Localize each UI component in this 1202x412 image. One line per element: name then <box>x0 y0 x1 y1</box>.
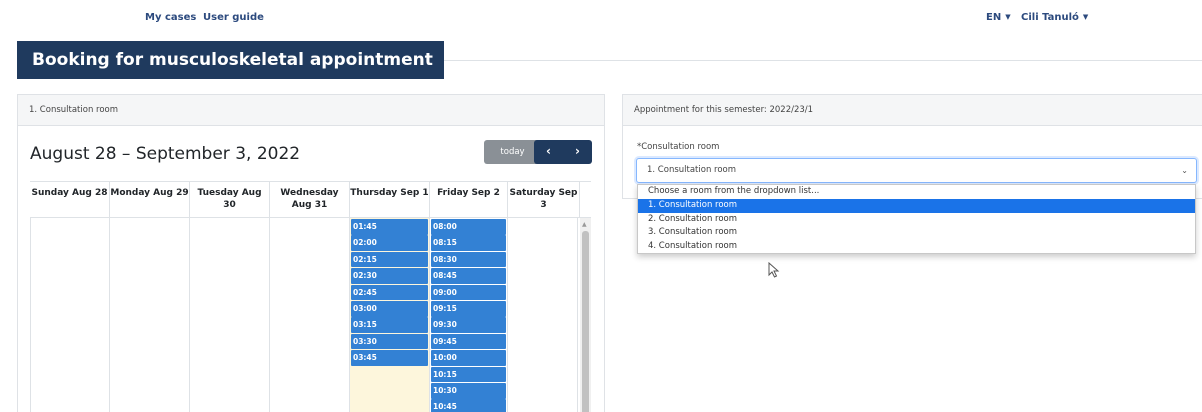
appointment-panel-title: Appointment for this semester: 2022/23/1 <box>623 95 1202 126</box>
day-header: Sunday Aug 28 <box>30 182 110 218</box>
caret-down-icon: ▼ <box>1082 13 1089 21</box>
day-column <box>190 218 270 412</box>
day-header: Tuesday Aug 30 <box>190 182 270 218</box>
user-name: Cili Tanuló <box>1021 12 1079 23</box>
week-calendar: Sunday Aug 28 Monday Aug 29 Tuesday Aug 30… <box>30 181 591 412</box>
time-slot[interactable]: 03:30 <box>351 333 428 350</box>
scroll-up-icon[interactable]: ▲ <box>582 221 587 228</box>
language-dropdown[interactable]: EN ▼ <box>986 12 1011 23</box>
room-option[interactable]: 1. Consultation room <box>638 198 1195 213</box>
time-slot[interactable]: 02:45 <box>351 284 428 301</box>
day-header: Saturday Sep 3 <box>508 182 580 218</box>
calendar-date-range: August 28 – September 3, 2022 <box>30 144 301 164</box>
chevron-down-icon: ⌄ <box>1181 166 1188 175</box>
day-header: Friday Sep 2 <box>430 182 508 218</box>
calendar-body: 08:00 08:15 08:30 08:45 09:00 09:15 09:30 09:45… <box>30 218 591 412</box>
calendar-nav-buttons: ‹ › <box>534 140 592 164</box>
day-column <box>270 218 350 412</box>
day-column: 08:00 08:15 08:30 08:45 09:00 09:15 09:30 09:45… <box>430 218 508 412</box>
calendar-header-row: Sunday Aug 28 Monday Aug 29 Tuesday Aug 30… <box>30 182 591 218</box>
time-slot[interactable]: 09:15 <box>431 300 506 317</box>
day-header: Thursday Sep 1 <box>350 182 430 218</box>
time-slot[interactable]: 10:00 <box>431 350 506 366</box>
time-slot[interactable]: 03:45 <box>351 350 428 366</box>
room-option[interactable]: 3. Consultation room <box>638 226 1195 240</box>
nav-my-cases[interactable]: My cases <box>145 12 196 23</box>
calendar-scrollbar[interactable]: ▲ <box>580 218 591 412</box>
day-column: 01:45 02:00 02:15 02:30 02:45 03:00 03:15 03:30… <box>350 218 430 412</box>
prev-week-button[interactable]: ‹ <box>534 140 563 164</box>
day-column <box>508 218 578 412</box>
scrollbar-thumb[interactable] <box>582 231 589 412</box>
consultation-room-select[interactable]: 1. Consultation room ⌄ <box>636 158 1197 183</box>
time-slot[interactable]: 03:15 <box>351 317 428 333</box>
room-option[interactable]: 2. Consultation room <box>638 213 1195 227</box>
time-slot[interactable]: 08:30 <box>431 251 506 268</box>
time-slot[interactable]: 08:00 <box>431 219 506 235</box>
select-value: 1. Consultation room <box>647 165 737 175</box>
time-slot[interactable]: 08:45 <box>431 268 506 284</box>
time-slot[interactable]: 02:00 <box>351 235 428 251</box>
calendar-panel-title: 1. Consultation room <box>18 95 604 126</box>
next-week-button[interactable]: › <box>563 140 592 164</box>
day-column <box>30 218 110 412</box>
title-divider <box>444 60 1202 61</box>
nav-user-guide[interactable]: User guide <box>203 12 264 23</box>
mouse-cursor-icon <box>768 262 780 278</box>
room-option[interactable]: Choose a room from the dropdown list... <box>638 185 1195 199</box>
time-slot[interactable]: 02:30 <box>351 268 428 284</box>
day-header: Monday Aug 29 <box>110 182 190 218</box>
room-option[interactable]: 4. Consultation room <box>638 240 1195 254</box>
calendar-panel: 1. Consultation room August 28 – Septemb… <box>17 94 605 412</box>
time-slot[interactable]: 09:45 <box>431 333 506 350</box>
time-slot[interactable]: 01:45 <box>351 219 428 235</box>
day-header: Wednesday Aug 31 <box>270 182 350 218</box>
time-slot[interactable]: 02:15 <box>351 251 428 268</box>
today-button[interactable]: today <box>484 140 541 164</box>
time-slot[interactable]: 08:15 <box>431 235 506 251</box>
time-slot[interactable]: 09:00 <box>431 284 506 301</box>
page-title: Booking for musculoskeletal appointment <box>17 41 444 79</box>
top-navigation: My cases User guide EN ▼ Cili Tanuló ▼ <box>0 12 1202 28</box>
time-slot[interactable]: 03:00 <box>351 300 428 317</box>
day-column <box>110 218 190 412</box>
caret-down-icon: ▼ <box>1005 13 1011 21</box>
language-label: EN <box>986 12 1002 23</box>
time-slot[interactable]: 10:45 <box>431 399 506 412</box>
consultation-room-label: *Consultation room <box>637 142 720 152</box>
time-slot[interactable]: 10:15 <box>431 366 506 383</box>
time-slot[interactable]: 09:30 <box>431 317 506 333</box>
time-slot[interactable]: 10:30 <box>431 382 506 399</box>
consultation-room-options: Choose a room from the dropdown list... 1… <box>637 184 1196 254</box>
user-menu-dropdown[interactable]: Cili Tanuló ▼ <box>1021 12 1088 23</box>
